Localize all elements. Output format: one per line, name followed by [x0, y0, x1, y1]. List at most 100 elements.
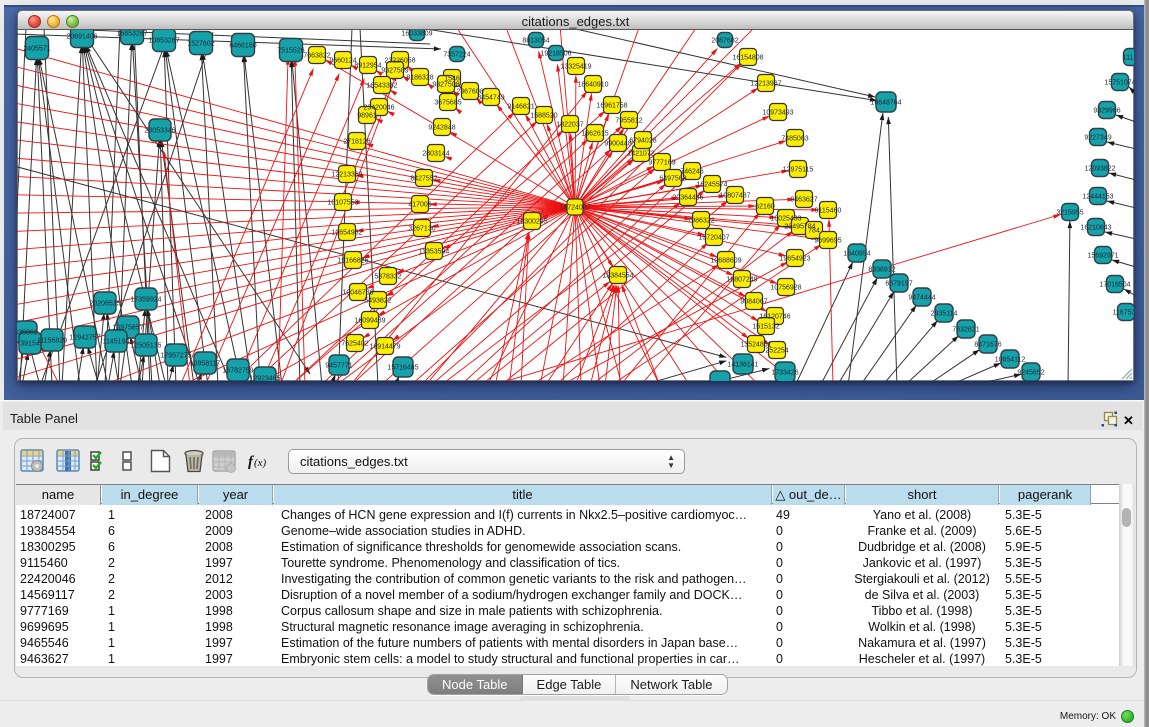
svg-text:17016504: 17016504 — [1099, 282, 1130, 289]
svg-text:746246: 746246 — [680, 169, 703, 176]
svg-text:417006: 417006 — [408, 202, 431, 209]
svg-text:9227349: 9227349 — [1084, 135, 1111, 142]
svg-text:16782759: 16782759 — [222, 368, 253, 375]
svg-text:9329966: 9329966 — [1093, 108, 1120, 115]
svg-text:20364436: 20364436 — [672, 195, 703, 202]
svg-text:16853267: 16853267 — [116, 31, 147, 38]
svg-text:10756928: 10756928 — [770, 285, 801, 292]
svg-text:12975115: 12975115 — [783, 167, 814, 174]
svg-text:12942757: 12942757 — [69, 335, 100, 342]
svg-text:8813054: 8813054 — [522, 38, 549, 45]
svg-text:7485063: 7485063 — [781, 136, 808, 143]
svg-text:18300295: 18300295 — [516, 219, 547, 226]
svg-text:16099489: 16099489 — [354, 318, 385, 325]
svg-text:15751074: 15751074 — [1104, 80, 1134, 87]
svg-text:10654982: 10654982 — [331, 230, 362, 237]
svg-text:1322037: 1322037 — [556, 122, 583, 129]
svg-text:9245652: 9245652 — [1017, 370, 1044, 377]
svg-text:19654923: 19654923 — [779, 256, 810, 263]
svg-text:11123: 11123 — [1123, 55, 1134, 62]
svg-text:(x): (x) — [254, 457, 267, 469]
svg-text:9327509: 9327509 — [381, 68, 408, 75]
svg-text:9115460: 9115460 — [815, 208, 842, 215]
svg-text:10973493: 10973493 — [762, 110, 793, 117]
svg-text:10958117: 10958117 — [190, 361, 221, 368]
svg-text:3267130: 3267130 — [408, 226, 435, 233]
svg-text:7632621: 7632621 — [952, 327, 979, 334]
svg-text:18724007: 18724007 — [559, 205, 590, 212]
svg-text:8938912: 8938912 — [868, 267, 895, 274]
svg-text:14136141: 14136141 — [727, 362, 758, 369]
svg-text:10046786: 10046786 — [342, 290, 373, 297]
svg-text:7955812: 7955812 — [615, 118, 642, 125]
svg-text:98961: 98961 — [357, 113, 377, 120]
svg-text:19218506: 19218506 — [540, 51, 571, 58]
svg-text:15720407: 15720407 — [698, 235, 729, 242]
svg-text:5493822: 5493822 — [364, 298, 391, 305]
svg-text:252254: 252254 — [765, 348, 788, 355]
svg-text:1640954: 1640954 — [843, 251, 870, 258]
svg-text:7357224: 7357224 — [443, 52, 470, 59]
svg-text:12093822: 12093822 — [1084, 166, 1115, 173]
svg-text:1733426: 1733426 — [771, 370, 798, 377]
svg-text:10807487: 10807487 — [719, 193, 750, 200]
svg-text:2935114: 2935114 — [931, 311, 958, 318]
svg-text:10025433: 10025433 — [770, 216, 801, 223]
svg-text:12213967: 12213967 — [750, 81, 781, 88]
svg-text:16210643: 16210643 — [1080, 225, 1111, 232]
svg-text:62160: 62160 — [755, 204, 775, 211]
svg-text:16154808: 16154808 — [732, 55, 763, 62]
svg-text:784: 784 — [808, 228, 820, 235]
svg-text:10975857: 10975857 — [112, 325, 143, 332]
svg-text:16648764: 16648764 — [870, 100, 901, 107]
svg-text:12444153: 12444153 — [1082, 194, 1113, 201]
svg-text:435061: 435061 — [17, 330, 38, 337]
svg-text:9777169: 9777169 — [648, 160, 675, 167]
svg-text:1362615: 1362615 — [581, 131, 608, 138]
svg-text:3215955: 3215955 — [1056, 210, 1083, 217]
svg-text:3675685: 3675685 — [434, 100, 461, 107]
svg-text:12505135: 12505135 — [130, 343, 161, 350]
svg-text:16961758: 16961758 — [596, 103, 627, 110]
svg-text:23420046: 23420046 — [363, 105, 394, 112]
svg-text:9327508: 9327508 — [432, 82, 459, 89]
svg-text:2718126: 2718126 — [343, 139, 370, 146]
svg-text:8912954: 8912954 — [354, 63, 381, 70]
svg-text:1588520: 1588520 — [530, 113, 557, 120]
svg-text:7663822: 7663822 — [303, 53, 330, 60]
svg-text:9900448: 9900448 — [604, 141, 631, 148]
svg-text:20206535: 20206535 — [89, 301, 120, 308]
svg-text:6879197: 6879197 — [885, 281, 912, 288]
svg-text:1421072: 1421072 — [627, 151, 654, 158]
svg-text:2803144: 2803144 — [422, 151, 449, 158]
svg-text:9084067: 9084067 — [740, 299, 767, 306]
svg-text:19384554: 19384554 — [602, 273, 633, 280]
svg-text:16120746: 16120746 — [759, 314, 790, 321]
svg-text:6497568: 6497568 — [659, 176, 686, 183]
svg-text:9699695: 9699695 — [814, 238, 841, 245]
svg-text:11156829: 11156829 — [37, 338, 67, 345]
svg-text:1527602: 1527602 — [187, 41, 214, 48]
svg-text:12213363: 12213363 — [331, 172, 362, 179]
svg-text:12923465: 12923465 — [249, 376, 280, 382]
svg-text:1615132: 1615132 — [752, 324, 779, 331]
svg-text:9242848: 9242848 — [428, 125, 455, 132]
svg-text:10107553: 10107553 — [327, 200, 358, 207]
svg-text:16914479: 16914479 — [369, 344, 400, 351]
svg-text:1145194: 1145194 — [103, 339, 130, 346]
svg-text:6466160: 6466160 — [229, 43, 256, 50]
svg-text:7515526: 7515526 — [277, 48, 304, 55]
svg-text:7625402: 7625402 — [341, 341, 368, 348]
svg-text:17359924: 17359924 — [130, 297, 161, 304]
svg-text:16033809: 16033809 — [401, 31, 432, 38]
svg-text:16245574: 16245574 — [696, 182, 727, 189]
svg-text:9146821: 9146821 — [507, 104, 534, 111]
svg-text:13325419: 13325419 — [560, 64, 591, 71]
svg-text:19166825: 19166825 — [337, 258, 368, 265]
svg-text:8471676: 8471676 — [974, 342, 1001, 349]
svg-text:8454749: 8454749 — [477, 95, 504, 102]
svg-text:9463627: 9463627 — [790, 197, 817, 204]
svg-text:6794028: 6794028 — [629, 138, 656, 145]
svg-text:8186328: 8186328 — [406, 75, 433, 82]
svg-text:15716485: 15716485 — [387, 365, 418, 372]
